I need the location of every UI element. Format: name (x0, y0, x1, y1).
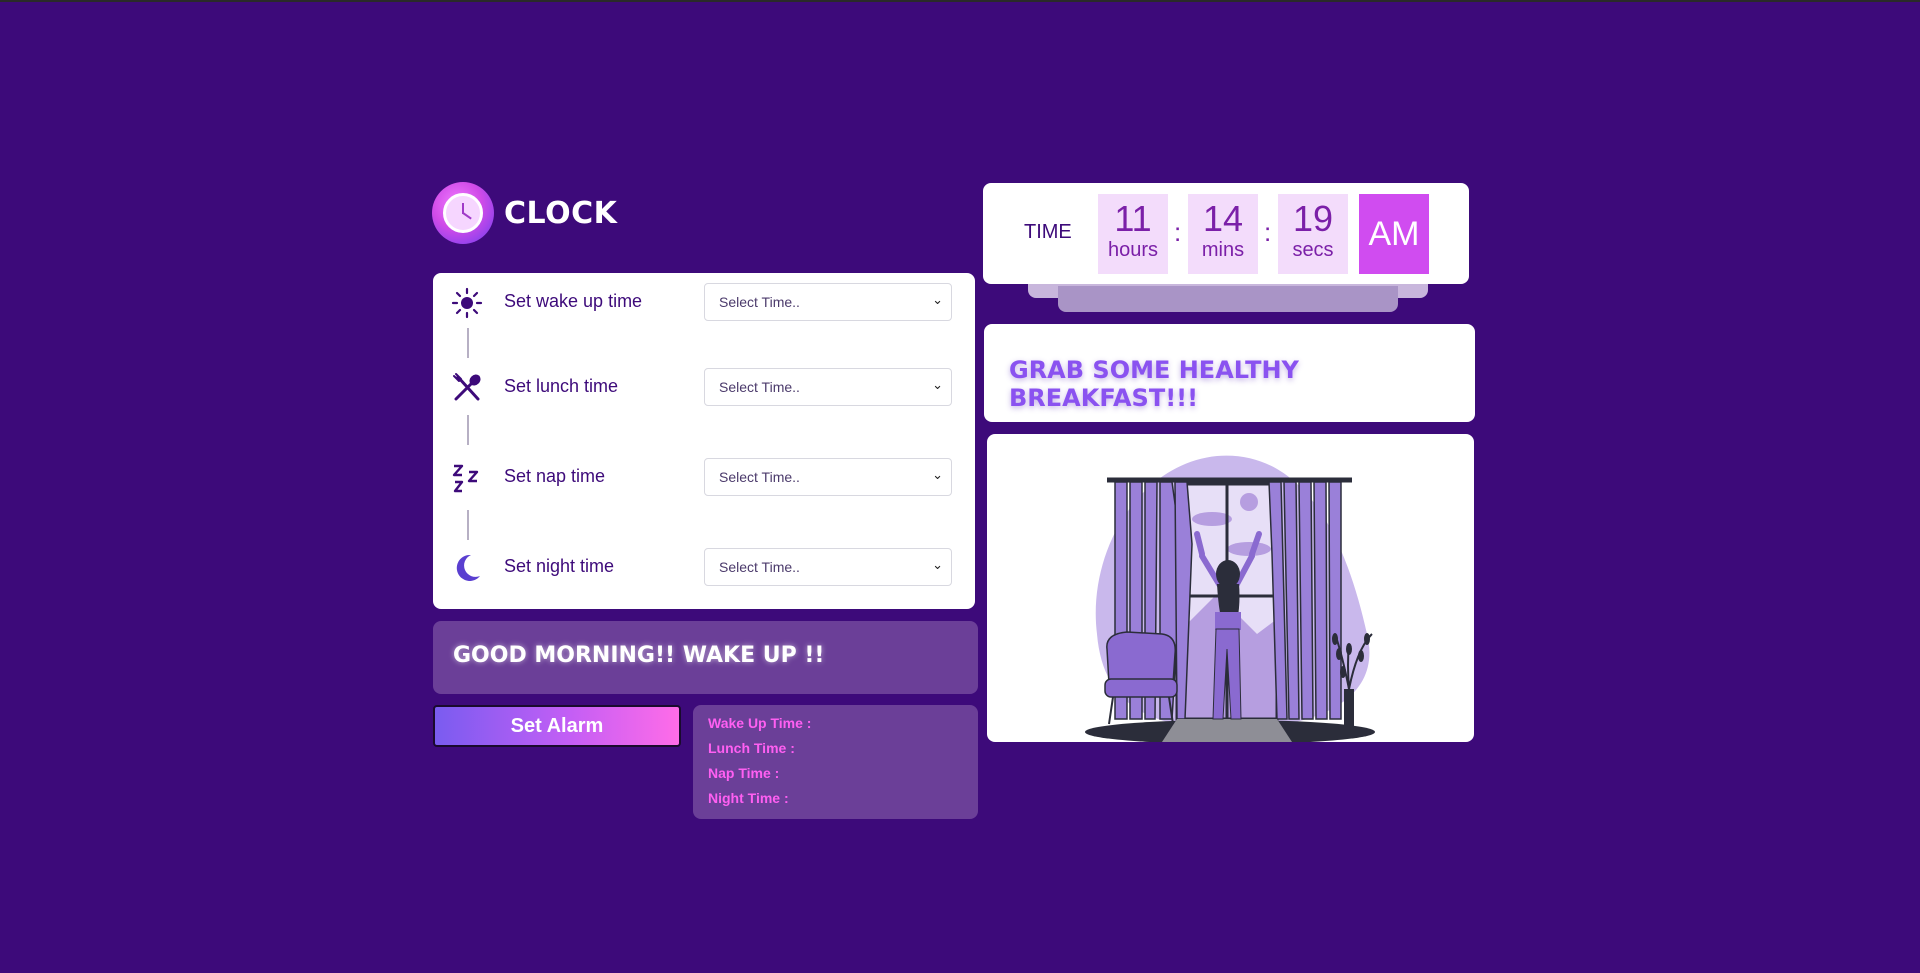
mins-value: 14 (1202, 198, 1244, 239)
moon-icon (451, 552, 483, 584)
timeline-connector (467, 415, 469, 445)
greeting-text: GRAB SOME HEALTHY BREAKFAST!!! (1009, 356, 1299, 412)
sun-icon (451, 287, 483, 319)
morning-illustration (987, 434, 1474, 742)
greeting-card: GRAB SOME HEALTHY BREAKFAST!!! (984, 324, 1475, 422)
secs-box: 19 secs (1278, 194, 1348, 274)
wake-up-time-select[interactable]: Select Time.. ⌄ (704, 283, 952, 321)
card-shadow (1058, 286, 1398, 312)
nap-row: Set nap time Select Time.. ⌄ (433, 458, 975, 498)
set-alarm-button[interactable]: Set Alarm (433, 705, 681, 747)
sleep-zzz-icon (451, 462, 483, 494)
nap-label: Set nap time (504, 466, 606, 486)
wake-up-row: Set wake up time Select Time.. ⌄ (433, 283, 975, 323)
night-label: Set night time (504, 556, 615, 576)
wake-message-panel: GOOD MORNING!! WAKE UP !! (433, 621, 978, 694)
summary-wake-up: Wake Up Time : (708, 715, 812, 731)
time-display-card: TIME 11 hours : 14 mins : 19 secs AM (983, 183, 1469, 284)
nap-select-value: Select Time.. (719, 469, 800, 485)
chevron-down-icon: ⌄ (932, 467, 943, 482)
chevron-down-icon: ⌄ (932, 377, 943, 392)
clock-app: CLOCK Set wake up time Select Time.. ⌄ S… (0, 2, 1920, 973)
wake-up-select-value: Select Time.. (719, 294, 800, 310)
logo-text: CLOCK (504, 195, 618, 231)
lunch-select-value: Select Time.. (719, 379, 800, 395)
night-row: Set night time Select Time.. ⌄ (433, 548, 975, 588)
hours-value: 11 (1114, 198, 1152, 239)
lunch-row: Set lunch time Select Time.. ⌄ (433, 368, 975, 408)
night-time-select[interactable]: Select Time.. ⌄ (704, 548, 952, 586)
alarm-summary-panel: Wake Up Time : Lunch Time : Nap Time : N… (693, 705, 978, 819)
timeline-connector (467, 328, 469, 358)
timeline-connector (467, 510, 469, 540)
hours-box: 11 hours (1098, 194, 1168, 274)
summary-lunch: Lunch Time : (708, 740, 795, 756)
secs-value: 19 (1292, 198, 1334, 239)
wake-message-text: GOOD MORNING!! WAKE UP !! (453, 643, 825, 668)
ampm-indicator: AM (1359, 194, 1429, 274)
utensils-icon (451, 372, 483, 404)
time-separator: : (1174, 217, 1182, 247)
logo: CLOCK (432, 182, 617, 244)
chevron-down-icon: ⌄ (932, 292, 943, 307)
time-label: TIME (1024, 221, 1072, 243)
mins-unit: mins (1201, 239, 1245, 261)
woman-opening-curtains-image (1085, 455, 1375, 742)
time-separator: : (1264, 217, 1272, 247)
lunch-label: Set lunch time (504, 376, 619, 396)
alarm-settings-card: Set wake up time Select Time.. ⌄ Set lun… (433, 273, 975, 609)
lunch-time-select[interactable]: Select Time.. ⌄ (704, 368, 952, 406)
clock-logo-icon (432, 182, 494, 244)
summary-night: Night Time : (708, 790, 789, 806)
night-select-value: Select Time.. (719, 559, 800, 575)
chevron-down-icon: ⌄ (932, 557, 943, 572)
nap-time-select[interactable]: Select Time.. ⌄ (704, 458, 952, 496)
wake-up-label: Set wake up time (504, 291, 643, 311)
mins-box: 14 mins (1188, 194, 1258, 274)
secs-unit: secs (1292, 239, 1334, 261)
summary-nap: Nap Time : (708, 765, 780, 781)
hours-unit: hours (1107, 239, 1159, 261)
